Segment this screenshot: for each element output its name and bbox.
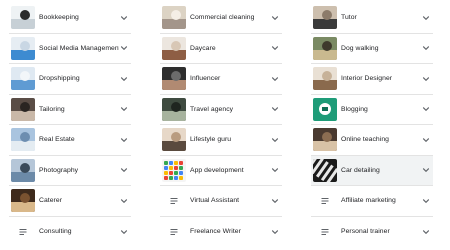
category-column-2: Commercial cleaning Daycare Influencer Trav…	[160, 3, 282, 247]
category-item-interior-designer[interactable]: Interior Designer	[311, 64, 433, 95]
photography-thumbnail	[11, 158, 35, 182]
tailoring-thumbnail	[11, 97, 35, 121]
document-icon	[162, 189, 186, 212]
category-item-consulting[interactable]: Consulting	[9, 217, 131, 248]
category-item-online-teaching[interactable]: Online teaching	[311, 125, 433, 156]
category-item-travel-agency[interactable]: Travel agency	[160, 95, 282, 125]
category-item-photography[interactable]: Photography	[9, 156, 131, 186]
interior-designer-thumbnail	[313, 67, 337, 91]
chevron-down-icon[interactable]	[270, 43, 280, 53]
category-label: Dog walking	[341, 44, 379, 52]
category-label: Commercial cleaning	[190, 14, 255, 22]
category-item-caterer[interactable]: Caterer	[9, 186, 131, 217]
category-label: App development	[190, 166, 244, 174]
chevron-down-icon[interactable]	[270, 135, 280, 145]
category-item-affiliate-marketing[interactable]: Affiliate marketing	[311, 186, 433, 217]
online-teaching-thumbnail	[313, 128, 337, 152]
bookkeeping-thumbnail	[11, 6, 35, 30]
influencer-thumbnail	[162, 67, 186, 91]
category-item-bookkeeping[interactable]: Bookkeeping	[9, 3, 131, 34]
category-label: Online teaching	[341, 136, 389, 144]
chevron-down-icon[interactable]	[119, 13, 129, 23]
category-label: Tutor	[341, 14, 357, 22]
dropshipping-thumbnail	[11, 67, 35, 91]
category-item-social-media-management[interactable]: Social Media Management	[9, 34, 131, 64]
chevron-down-icon[interactable]	[421, 74, 431, 84]
chevron-down-icon[interactable]	[421, 104, 431, 114]
chevron-down-icon[interactable]	[421, 13, 431, 23]
category-label: Blogging	[341, 105, 368, 113]
document-icon	[313, 189, 337, 212]
category-label: Caterer	[39, 197, 63, 205]
category-column-3: Tutor Dog walking Interior Designer Bloggin…	[311, 3, 433, 247]
chevron-down-icon[interactable]	[119, 165, 129, 175]
chevron-down-icon[interactable]	[270, 227, 280, 237]
document-icon	[313, 220, 337, 243]
chevron-down-icon[interactable]	[421, 165, 431, 175]
chevron-down-icon[interactable]	[119, 74, 129, 84]
category-label: Affiliate marketing	[341, 197, 396, 205]
chevron-down-icon[interactable]	[270, 196, 280, 206]
category-label: Daycare	[190, 44, 216, 52]
category-label: Bookkeeping	[39, 14, 79, 22]
chevron-down-icon[interactable]	[270, 165, 280, 175]
category-item-real-estate[interactable]: Real Estate	[9, 125, 131, 156]
chevron-down-icon[interactable]	[119, 43, 129, 53]
category-item-freelance-writer[interactable]: Freelance Writer	[160, 217, 282, 248]
daycare-thumbnail	[162, 36, 186, 60]
category-item-daycare[interactable]: Daycare	[160, 34, 282, 64]
app-development-thumbnail	[162, 158, 186, 182]
category-label: Influencer	[190, 75, 221, 83]
document-icon	[11, 220, 35, 243]
tutor-thumbnail	[313, 6, 337, 30]
category-item-lifestyle-guru[interactable]: Lifestyle guru	[160, 125, 282, 156]
category-item-tailoring[interactable]: Tailoring	[9, 95, 131, 125]
category-label: Social Media Management	[39, 44, 119, 52]
chevron-down-icon[interactable]	[421, 227, 431, 237]
category-label: Consulting	[39, 228, 72, 236]
dog-walking-thumbnail	[313, 36, 337, 60]
category-item-personal-trainer[interactable]: Personal trainer	[311, 217, 433, 248]
chevron-down-icon[interactable]	[119, 104, 129, 114]
real-estate-thumbnail	[11, 128, 35, 152]
category-label: Lifestyle guru	[190, 136, 232, 144]
commercial-cleaning-thumbnail	[162, 6, 186, 30]
chevron-down-icon[interactable]	[421, 196, 431, 206]
category-label: Real Estate	[39, 136, 75, 144]
category-item-commercial-cleaning[interactable]: Commercial cleaning	[160, 3, 282, 34]
chevron-down-icon[interactable]	[119, 196, 129, 206]
chevron-down-icon[interactable]	[119, 135, 129, 145]
category-label: Interior Designer	[341, 75, 393, 83]
caterer-thumbnail	[11, 189, 35, 213]
travel-agency-thumbnail	[162, 97, 186, 121]
category-label: Travel agency	[190, 105, 234, 113]
lifestyle-guru-thumbnail	[162, 128, 186, 152]
chevron-down-icon[interactable]	[270, 74, 280, 84]
category-label: Personal trainer	[341, 228, 390, 236]
category-label: Freelance Writer	[190, 228, 241, 236]
category-label: Car detailing	[341, 166, 380, 174]
social-media-thumbnail	[11, 36, 35, 60]
category-item-tutor[interactable]: Tutor	[311, 3, 433, 34]
chevron-down-icon[interactable]	[270, 13, 280, 23]
category-item-app-development[interactable]: App development	[160, 156, 282, 186]
chevron-down-icon[interactable]	[421, 43, 431, 53]
category-label: Photography	[39, 166, 79, 174]
category-label: Dropshipping	[39, 75, 80, 83]
category-column-1: Bookkeeping Social Media Management Dropsh…	[9, 3, 131, 247]
category-item-car-detailing[interactable]: Car detailing	[311, 155, 433, 186]
category-item-influencer[interactable]: Influencer	[160, 64, 282, 95]
category-item-blogging[interactable]: Blogging	[311, 95, 433, 125]
category-item-dog-walking[interactable]: Dog walking	[311, 34, 433, 64]
car-detailing-thumbnail	[313, 158, 337, 182]
category-label: Virtual Assistant	[190, 197, 240, 205]
chevron-down-icon[interactable]	[421, 135, 431, 145]
document-icon	[162, 220, 186, 243]
category-label: Tailoring	[39, 105, 65, 113]
blogging-thumbnail	[313, 97, 337, 121]
category-item-virtual-assistant[interactable]: Virtual Assistant	[160, 186, 282, 217]
category-item-dropshipping[interactable]: Dropshipping	[9, 64, 131, 95]
chevron-down-icon[interactable]	[270, 104, 280, 114]
chevron-down-icon[interactable]	[119, 227, 129, 237]
